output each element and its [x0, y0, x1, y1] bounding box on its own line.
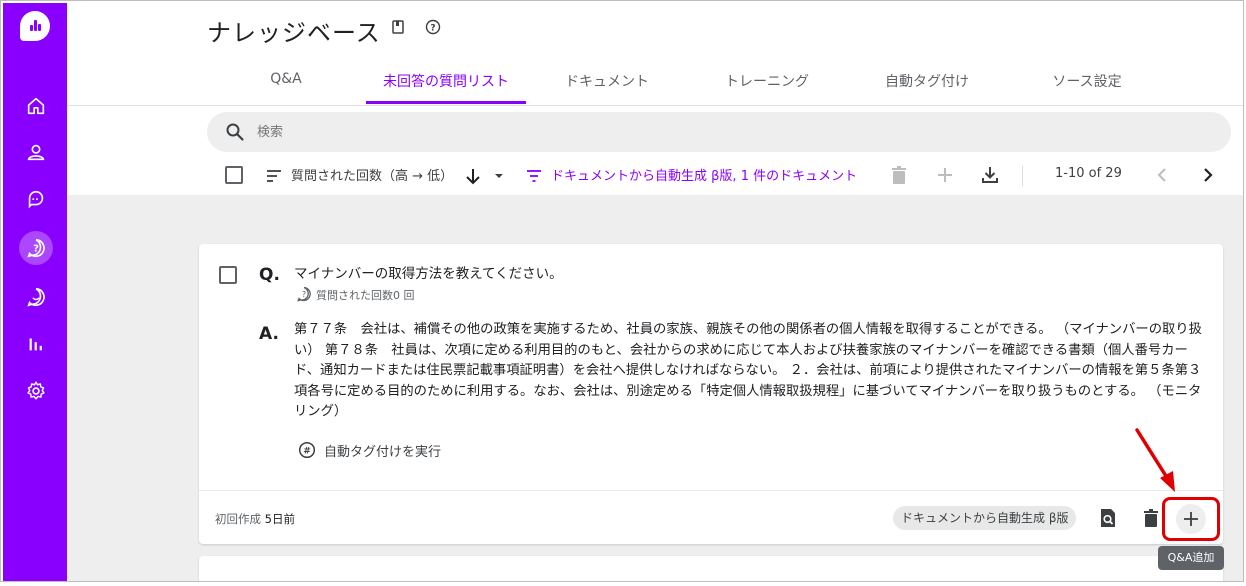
- gear-icon: [27, 381, 45, 400]
- add-qa-tooltip: Q&A追加: [1158, 546, 1224, 570]
- search-bar[interactable]: [207, 112, 1231, 152]
- book-icon[interactable]: [390, 19, 406, 35]
- question-mark-label: Q.: [259, 265, 280, 285]
- asked-count: 質問された回数0 回: [316, 289, 415, 302]
- tab-documents[interactable]: ドキュメント: [565, 71, 649, 91]
- sidebar-item-chat[interactable]: [19, 183, 53, 217]
- question-icon: ?: [27, 238, 45, 258]
- delete-icon[interactable]: [1143, 508, 1159, 528]
- prev-page-icon[interactable]: [1155, 167, 1169, 183]
- question-text: マイナンバーの取得方法を教えてください。: [294, 266, 563, 282]
- sort-label[interactable]: 質問された回数（高 → 低）: [291, 165, 453, 184]
- sidebar-item-home[interactable]: [19, 89, 53, 123]
- answer-mark-label: A.: [259, 324, 279, 344]
- add-qa-button-circle: [1176, 504, 1206, 534]
- page-title: ナレッジベース: [207, 19, 381, 47]
- sidebar-item-questions[interactable]: ?: [19, 231, 53, 265]
- svg-text:?: ?: [430, 24, 435, 34]
- trash-icon[interactable]: [890, 165, 908, 185]
- svg-text:?: ?: [33, 244, 39, 255]
- svg-text:#: #: [303, 447, 311, 457]
- card-footer-divider: [199, 490, 1223, 491]
- svg-text:?: ?: [302, 290, 306, 299]
- chevron-down-icon[interactable]: [493, 171, 505, 181]
- source-chip: ドキュメントから自動生成 β版: [893, 506, 1077, 530]
- question-card: Q. マイナンバーの取得方法を教えてください。 ? 質問された回数0 回 A. …: [199, 244, 1223, 544]
- auto-tag-button[interactable]: 自動タグ付けを実行: [324, 441, 441, 460]
- card-checkbox[interactable]: [219, 266, 237, 284]
- sidebar: ?: [3, 3, 67, 581]
- annotation-arrow: [1135, 428, 1175, 492]
- sidebar-item-analytics[interactable]: [19, 327, 53, 361]
- filter-icon[interactable]: [525, 167, 543, 185]
- tab-unanswered-questions[interactable]: 未回答の質問リスト: [383, 71, 509, 91]
- chart-icon: [29, 338, 42, 351]
- search-input[interactable]: [257, 120, 1157, 144]
- pagination-label: 1-10 of 29: [1055, 166, 1122, 181]
- plus-icon: [1184, 512, 1198, 526]
- smile-chat-icon: [27, 287, 45, 307]
- created-info: 初回作成 5日前: [215, 511, 295, 527]
- select-all-checkbox[interactable]: [225, 166, 243, 184]
- app-window: ? ナレッジベース ? Q&A 未回答の質問リスト ドキュメント トレーニング …: [0, 0, 1244, 582]
- chat-icon: [28, 190, 44, 209]
- toolbar-divider: [1022, 166, 1023, 186]
- main-area: ナレッジベース ? Q&A 未回答の質問リスト ドキュメント トレーニング 自動…: [67, 3, 1243, 581]
- sidebar-item-conversations[interactable]: [19, 280, 53, 314]
- document-search-icon[interactable]: [1099, 508, 1117, 528]
- help-icon[interactable]: ?: [425, 19, 441, 35]
- tab-training[interactable]: トレーニング: [725, 71, 809, 91]
- add-icon[interactable]: [936, 166, 954, 184]
- question-bubble-icon: ?: [297, 286, 311, 302]
- sort-icon[interactable]: [265, 167, 283, 185]
- user-icon: [27, 144, 45, 161]
- auto-tag-icon[interactable]: #: [298, 441, 316, 459]
- next-question-card: [199, 556, 1223, 581]
- created-label: 初回作成: [215, 512, 261, 526]
- active-tab-indicator: [366, 101, 526, 104]
- tab-source-settings[interactable]: ソース設定: [1052, 71, 1121, 91]
- home-icon: [27, 97, 45, 115]
- filter-label[interactable]: ドキュメントから自動生成 β版, 1 件のドキュメント: [551, 165, 857, 184]
- page-header: ナレッジベース ? Q&A 未回答の質問リスト ドキュメント トレーニング 自動…: [67, 3, 1243, 106]
- answer-text: 第７７条 会社は、補償その他の政策を実施するため、社員の家族、親族その他の関係者…: [294, 322, 1202, 419]
- download-icon[interactable]: [980, 165, 1000, 185]
- next-page-icon[interactable]: [1201, 167, 1215, 183]
- logo-icon: [20, 11, 50, 41]
- sidebar-item-settings[interactable]: [19, 374, 53, 408]
- sidebar-item-user[interactable]: [19, 135, 53, 169]
- search-icon: [226, 123, 244, 141]
- arrow-down-icon[interactable]: [464, 166, 482, 186]
- add-qa-button[interactable]: [1162, 497, 1220, 541]
- created-value: 5日前: [264, 512, 295, 526]
- tab-auto-tagging[interactable]: 自動タグ付け: [885, 71, 969, 91]
- tab-qa[interactable]: Q&A: [270, 71, 302, 87]
